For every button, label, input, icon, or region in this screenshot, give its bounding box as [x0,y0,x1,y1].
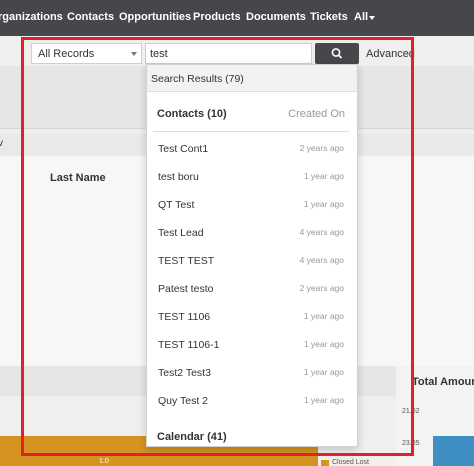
top-navigation: rganizations Contacts Opportunities Prod… [0,0,474,36]
highlight-frame [21,37,414,456]
nav-all[interactable]: All [354,11,368,23]
chevron-down-icon[interactable] [369,16,375,20]
total-amount-chart-title: Total Amount b [412,376,474,388]
nav-contacts[interactable]: Contacts [67,11,114,23]
bar-segment-blue [433,436,474,466]
bar-data-label: 1.0 [99,458,109,465]
nav-opportunities[interactable]: Opportunities [119,11,191,23]
nav-products[interactable]: Products [193,11,241,23]
nav-tickets[interactable]: Tickets [310,11,348,23]
partial-heading: v [0,138,3,149]
legend-label: Closed Lost [332,459,369,466]
nav-documents[interactable]: Documents [246,11,306,23]
legend-swatch [321,460,329,466]
nav-organizations[interactable]: rganizations [0,11,63,23]
